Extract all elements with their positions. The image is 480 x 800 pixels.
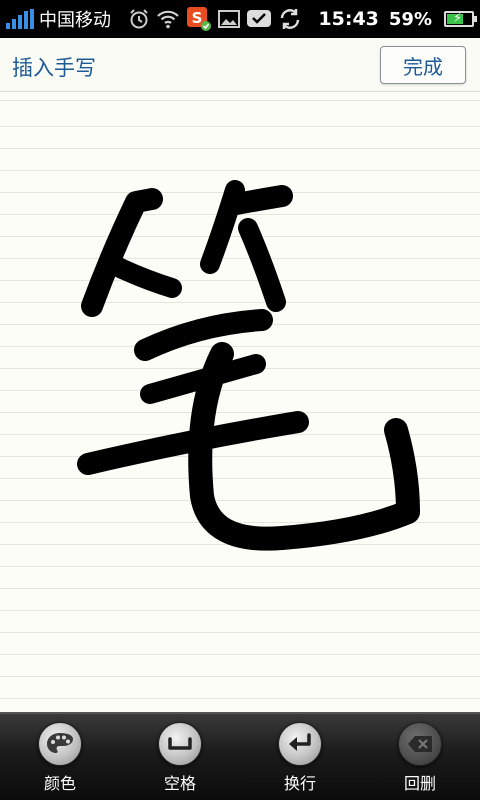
handwriting-strokes [77,180,420,551]
handwriting-canvas[interactable] [0,92,480,712]
ink-stroke [102,254,182,298]
enter-button[interactable]: 换行 [240,714,360,800]
svg-text:S: S [192,9,203,27]
enter-label: 换行 [283,774,316,793]
ink-stroke [81,188,163,317]
ink-stroke [188,342,420,551]
bottom-toolbar: 颜色 空格 换行 回删 [0,712,480,800]
battery-percent: 59% [388,8,432,30]
color-label: 颜色 [43,774,76,793]
backspace-icon [398,722,442,766]
color-button[interactable]: 颜色 [0,714,120,800]
status-bar: 中国移动 S 15:43 59% ⚡ [0,0,480,38]
clock: 15:43 [318,8,379,30]
space-icon [158,722,202,766]
page-title: 插入手写 [12,56,96,80]
sogou-input-icon: S [187,7,211,31]
enter-icon [278,722,322,766]
signal-icon [6,9,34,29]
done-button[interactable]: 完成 [380,46,466,84]
ink-stroke [238,218,286,312]
image-icon [218,10,240,28]
sync-icon [280,9,300,29]
title-bar: 插入手写 完成 [0,38,480,92]
palette-icon [38,722,82,766]
ink-stroke [225,185,293,215]
backspace-button[interactable]: 回删 [360,714,480,800]
space-label: 空格 [163,774,196,793]
carrier-name: 中国移动 [39,10,111,31]
wifi-icon [157,10,179,29]
battery-charging-icon: ⚡ [444,11,477,27]
space-button[interactable]: 空格 [120,714,240,800]
backspace-label: 回删 [403,774,436,793]
alarm-icon [130,9,148,29]
ink-stroke [134,309,273,361]
message-check-icon [247,10,271,27]
